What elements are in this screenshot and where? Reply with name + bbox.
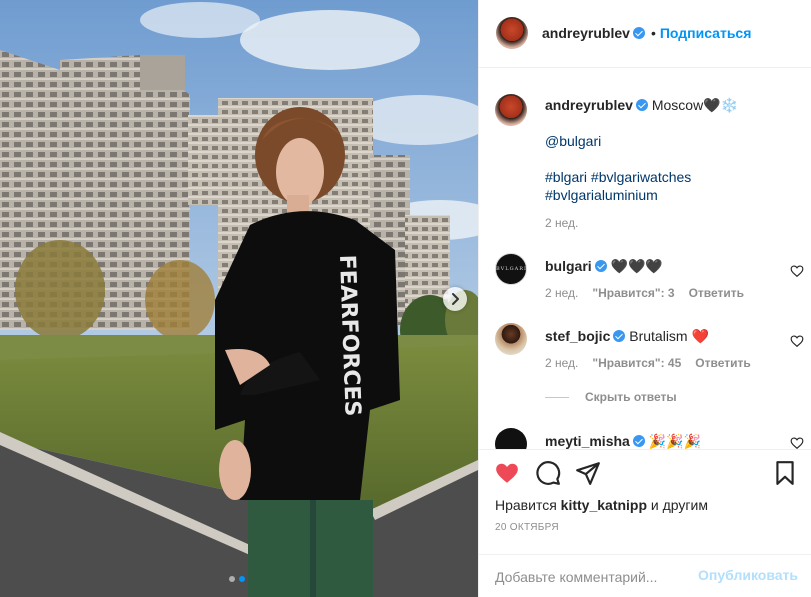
hide-replies-button[interactable]: Скрыть ответы: [585, 390, 677, 404]
verified-badge-icon: [635, 99, 648, 111]
liked-by-prefix: Нравится: [495, 497, 557, 513]
caption-text: andreyrublev Moscow🖤❄️ @bulgari #blgari …: [545, 96, 795, 204]
comment-meta: 2 нед. "Нравится": 45 Ответить: [545, 356, 765, 370]
commenter-username[interactable]: bulgari: [545, 258, 592, 274]
caption-location: Moscow🖤❄️: [651, 97, 739, 113]
caption-mention[interactable]: @bulgari: [545, 132, 795, 150]
bookmark-icon[interactable]: [772, 460, 798, 486]
comment-text: stef_bojic Brutalism ❤️: [545, 327, 795, 345]
comments-list[interactable]: andreyrublev Moscow🖤❄️ @bulgari #blgari …: [479, 69, 811, 449]
verified-badge-icon: [613, 330, 626, 342]
caption-meta: 2 нед.: [545, 216, 592, 230]
caption-time[interactable]: 2 нед.: [545, 216, 578, 230]
liked-by-text: Нравится kitty_katnipp и другим: [495, 497, 708, 513]
post-side-panel: andreyrublev • Подписаться andreyrublev Mo…: [478, 0, 811, 597]
comment-time[interactable]: 2 нед.: [545, 356, 578, 370]
reply-button[interactable]: Ответить: [689, 286, 744, 300]
comment-likes[interactable]: "Нравится": 45: [592, 356, 681, 370]
post-photo[interactable]: FEARFORCES: [0, 0, 478, 597]
caption-author-avatar[interactable]: [495, 94, 527, 126]
caption-hashtags-line2[interactable]: #bvlgarialuminium: [545, 186, 795, 204]
comment-like-heart-icon[interactable]: [790, 334, 804, 348]
comment-meta: 2 нед. "Нравится": 3 Ответить: [545, 286, 758, 300]
comment-text: bulgari 🖤🖤🖤: [545, 257, 795, 275]
comment-time[interactable]: 2 нед.: [545, 286, 578, 300]
caption-username[interactable]: andreyrublev: [545, 97, 633, 113]
comment-body: 🎉🎉🎉: [648, 433, 702, 449]
caption-hashtags-line1[interactable]: #blgari #bvlgariwatches: [545, 168, 795, 186]
verified-badge-icon: [632, 27, 645, 39]
photo-scene: FEARFORCES: [0, 0, 478, 597]
comment-body: 🖤🖤🖤: [610, 258, 663, 274]
liked-by-user[interactable]: kitty_katnipp: [561, 497, 647, 513]
like-heart-icon[interactable]: [494, 460, 520, 486]
carousel-dot: [229, 576, 235, 582]
share-icon[interactable]: [575, 460, 601, 486]
add-comment-bar: Опубликовать: [479, 554, 811, 597]
commenter-avatar[interactable]: BVLGARI: [495, 253, 527, 285]
publish-button[interactable]: Опубликовать: [698, 567, 798, 583]
reply-button[interactable]: Ответить: [695, 356, 750, 370]
next-photo-button[interactable]: [443, 287, 467, 311]
header-separator: •: [650, 25, 656, 41]
avatar-logo-text: BVLGARI: [496, 266, 527, 272]
comment-like-heart-icon[interactable]: [790, 264, 804, 278]
post-actions: Нравится kitty_katnipp и другим 20 ОКТЯБ…: [479, 449, 811, 554]
follow-button[interactable]: Подписаться: [660, 25, 752, 41]
author-avatar[interactable]: [496, 17, 528, 49]
carousel-dots: [229, 576, 245, 582]
comment-like-heart-icon[interactable]: [790, 436, 804, 449]
commenter-avatar[interactable]: [495, 323, 527, 355]
comment-text: meyti_misha 🎉🎉🎉: [545, 432, 795, 449]
post-header: andreyrublev • Подписаться: [479, 0, 811, 68]
hide-replies-line: [545, 397, 569, 398]
verified-badge-icon: [594, 260, 607, 272]
verified-badge-icon: [632, 435, 645, 447]
commenter-avatar[interactable]: [495, 428, 527, 449]
header-line: andreyrublev • Подписаться: [542, 25, 751, 41]
comment-input[interactable]: [495, 563, 695, 591]
comment-body: Brutalism ❤️: [629, 328, 709, 344]
commenter-username[interactable]: meyti_misha: [545, 433, 630, 449]
comment-icon[interactable]: [535, 460, 561, 486]
carousel-dot-active: [239, 576, 245, 582]
author-username[interactable]: andreyrublev: [542, 25, 630, 41]
post-modal: FEARFORCES andreyrublev • Подписаться an…: [0, 0, 811, 597]
post-date[interactable]: 20 ОКТЯБРЯ: [495, 522, 559, 533]
liked-by-suffix[interactable]: и другим: [651, 497, 708, 513]
commenter-username[interactable]: stef_bojic: [545, 328, 610, 344]
comment-likes[interactable]: "Нравится": 3: [592, 286, 674, 300]
chevron-right-icon: [452, 293, 459, 305]
